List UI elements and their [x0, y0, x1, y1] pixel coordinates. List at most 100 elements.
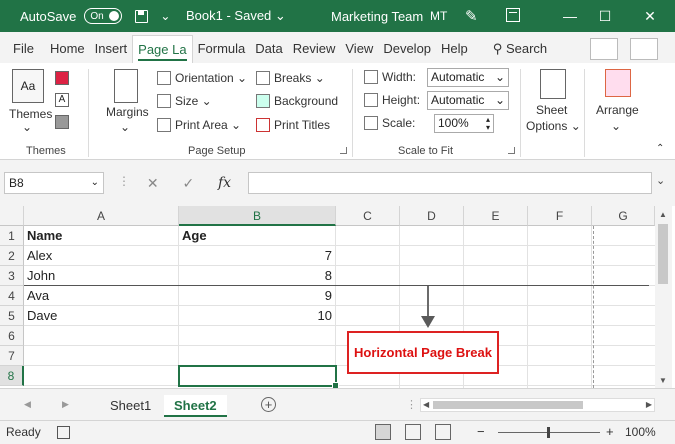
cancel-icon[interactable]: ✕: [147, 175, 159, 192]
row-header-3[interactable]: 3: [0, 266, 24, 286]
share-button[interactable]: [590, 38, 618, 60]
arrange-icon[interactable]: [605, 69, 631, 97]
scroll-right-icon[interactable]: ▶: [646, 400, 652, 409]
zoom-slider-knob[interactable]: [547, 427, 550, 438]
cell-b1[interactable]: Age: [179, 226, 336, 246]
tab-developer[interactable]: Develop: [378, 35, 436, 63]
column-header-b[interactable]: B: [179, 206, 336, 226]
cell-a3[interactable]: John: [24, 266, 179, 286]
row-header-1[interactable]: 1: [0, 226, 24, 246]
tab-split-grip-icon[interactable]: ⋮: [406, 398, 417, 411]
collapse-ribbon-icon[interactable]: ⌃: [656, 143, 664, 154]
row-header-7[interactable]: 7: [0, 346, 24, 366]
size-button[interactable]: Size ⌄: [157, 94, 212, 108]
cell-a1[interactable]: Name: [24, 226, 179, 246]
tab-page-layout[interactable]: Page La: [132, 35, 193, 63]
tab-data[interactable]: Data: [250, 35, 287, 63]
minimize-button[interactable]: —: [550, 0, 590, 32]
tab-home[interactable]: Home: [45, 35, 90, 63]
column-header-d[interactable]: D: [400, 206, 464, 226]
page-setup-launcher-icon[interactable]: [340, 147, 347, 154]
cell-b5[interactable]: 10: [179, 306, 336, 326]
add-sheet-icon[interactable]: +: [261, 397, 276, 412]
user-initials[interactable]: MT: [430, 9, 447, 23]
print-area-button[interactable]: Print Area ⌄: [157, 118, 241, 132]
scroll-down-icon[interactable]: ▼: [659, 376, 667, 385]
colors-icon[interactable]: [55, 71, 69, 85]
cell-a6[interactable]: [24, 326, 179, 346]
save-icon[interactable]: [135, 9, 149, 23]
sheet-options-button[interactable]: Options ⌄: [526, 119, 581, 133]
tab-help[interactable]: Help: [436, 35, 473, 63]
vertical-scrollbar[interactable]: ▲ ▼: [655, 206, 672, 388]
vertical-scroll-thumb[interactable]: [658, 224, 668, 284]
autosave-toggle[interactable]: On: [84, 8, 123, 24]
formula-input[interactable]: [248, 172, 652, 194]
scale-to-fit-launcher-icon[interactable]: [508, 147, 515, 154]
column-header-c[interactable]: C: [336, 206, 400, 226]
maximize-button[interactable]: ☐: [585, 0, 625, 32]
page-layout-view-icon[interactable]: [405, 424, 421, 440]
width-select[interactable]: Automatic ⌄: [427, 68, 509, 87]
orientation-button[interactable]: Orientation ⌄: [157, 71, 247, 85]
close-button[interactable]: ✕: [630, 0, 670, 32]
column-header-g[interactable]: G: [592, 206, 655, 226]
arrange-button[interactable]: Arrange: [596, 103, 639, 117]
comments-button[interactable]: [630, 38, 658, 60]
print-titles-button[interactable]: Print Titles: [256, 118, 330, 132]
sheet-options-label-1[interactable]: Sheet: [536, 103, 567, 117]
tab-view[interactable]: View: [340, 35, 378, 63]
normal-view-icon[interactable]: [375, 424, 391, 440]
selected-cell-b8[interactable]: [178, 365, 339, 389]
row-header-8[interactable]: 8: [0, 366, 24, 386]
scale-spinner[interactable]: 100% ▴ ▾: [434, 114, 494, 133]
zoom-out-icon[interactable]: −: [477, 424, 485, 439]
sheet-tab-sheet1[interactable]: Sheet1: [100, 395, 161, 417]
name-box[interactable]: B8 ⌄: [4, 172, 104, 194]
cell-b6[interactable]: [179, 326, 336, 346]
cell-a5[interactable]: Dave: [24, 306, 179, 326]
themes-button[interactable]: Themes: [9, 107, 52, 121]
margins-icon[interactable]: [114, 69, 138, 103]
row-header-4[interactable]: 4: [0, 286, 24, 306]
zoom-in-icon[interactable]: +: [606, 424, 614, 439]
tab-review[interactable]: Review: [288, 35, 341, 63]
next-sheet-icon[interactable]: ▶: [62, 399, 69, 410]
height-select[interactable]: Automatic ⌄: [427, 91, 509, 110]
page-break-preview-icon[interactable]: [435, 424, 451, 440]
cell-a2[interactable]: Alex: [24, 246, 179, 266]
background-button[interactable]: Background: [256, 94, 338, 108]
breaks-button[interactable]: Breaks ⌄: [256, 71, 325, 85]
sheet-options-icon[interactable]: [540, 69, 566, 99]
cell-b4[interactable]: 9: [179, 286, 336, 306]
column-header-f[interactable]: F: [528, 206, 592, 226]
row-header-6[interactable]: 6: [0, 326, 24, 346]
row-header-5[interactable]: 5: [0, 306, 24, 326]
cell-a4[interactable]: Ava: [24, 286, 179, 306]
sheet-tab-sheet2[interactable]: Sheet2: [164, 395, 227, 417]
effects-icon[interactable]: [55, 115, 69, 129]
select-all-corner[interactable]: [0, 206, 24, 226]
margins-button[interactable]: Margins: [106, 105, 149, 119]
horizontal-scrollbar[interactable]: ◀ ▶: [420, 398, 655, 412]
insert-function-icon[interactable]: fx: [218, 175, 231, 191]
column-header-a[interactable]: A: [24, 206, 179, 226]
chevron-down-icon[interactable]: ⌄: [160, 9, 170, 23]
document-title[interactable]: Book1 - Saved ⌄: [186, 8, 286, 24]
tab-file[interactable]: File: [8, 35, 39, 63]
cell-b2[interactable]: 7: [179, 246, 336, 266]
row-header-2[interactable]: 2: [0, 246, 24, 266]
search-box[interactable]: ⚲ Search: [493, 35, 547, 63]
enter-icon[interactable]: ✓: [182, 175, 194, 192]
tab-insert[interactable]: Insert: [90, 35, 133, 63]
scroll-up-icon[interactable]: ▲: [659, 210, 667, 219]
cell-b3[interactable]: 8: [179, 266, 336, 286]
cell-b7[interactable]: [179, 346, 336, 366]
pen-icon[interactable]: ✎: [465, 7, 478, 25]
themes-icon[interactable]: Aa: [12, 69, 44, 103]
tab-formulas[interactable]: Formula: [193, 35, 251, 63]
cell-a8[interactable]: [24, 366, 179, 386]
scroll-left-icon[interactable]: ◀: [423, 400, 429, 409]
column-header-e[interactable]: E: [464, 206, 528, 226]
cell-a7[interactable]: [24, 346, 179, 366]
